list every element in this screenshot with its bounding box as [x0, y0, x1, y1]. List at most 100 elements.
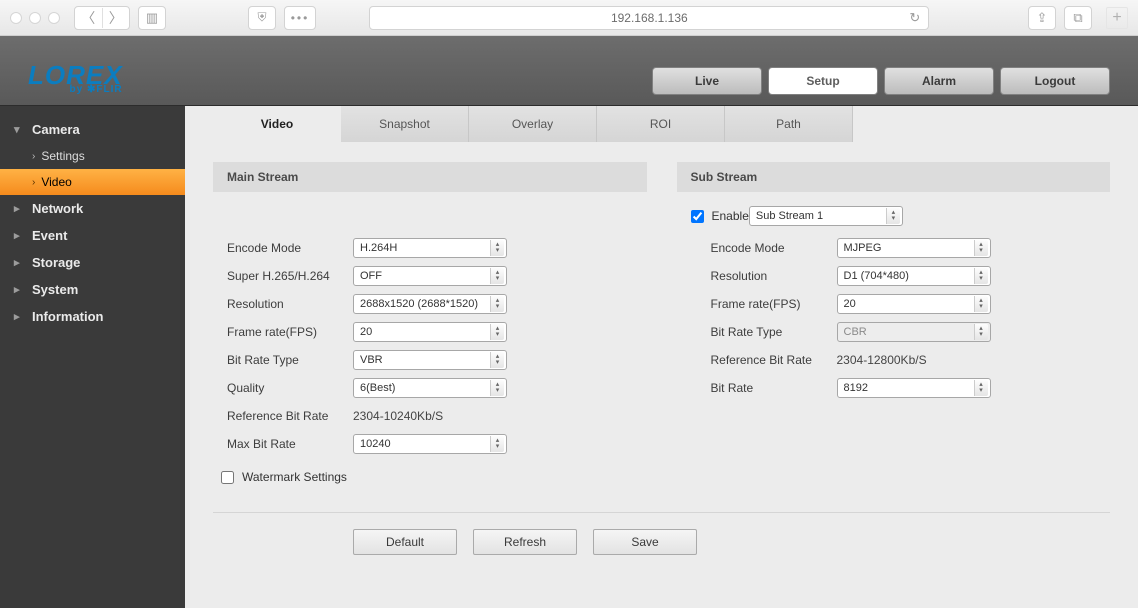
quality-value: 6(Best)	[360, 382, 395, 394]
tab-video[interactable]: Video	[213, 106, 341, 142]
window-controls[interactable]	[10, 12, 60, 24]
resolution-label: Resolution	[227, 297, 353, 311]
sidebar-item-system[interactable]: ▸ System	[0, 276, 185, 303]
default-button[interactable]: Default	[353, 529, 457, 555]
sub-res-select[interactable]: D1 (704*480) ▴▾	[837, 266, 991, 286]
brtype-value: VBR	[360, 354, 383, 366]
sidebar-label-storage: Storage	[32, 255, 80, 270]
minimize-window-icon[interactable]	[29, 12, 41, 24]
watermark-label: Watermark Settings	[242, 470, 347, 484]
reader-menu-icon[interactable]: •••	[284, 6, 316, 30]
sub-br-label: Bit Rate	[711, 381, 837, 395]
forward-icon[interactable]: 〉	[103, 8, 130, 28]
quality-select[interactable]: 6(Best) ▴▾	[353, 378, 507, 398]
stepper-icon: ▴▾	[490, 240, 504, 256]
brtype-select[interactable]: VBR ▴▾	[353, 350, 507, 370]
main-stream-title: Main Stream	[213, 162, 647, 192]
maxbr-select[interactable]: 10240 ▴▾	[353, 434, 507, 454]
chevron-right-icon: ▸	[14, 310, 24, 323]
new-tab-icon[interactable]: +	[1106, 7, 1128, 29]
fps-select[interactable]: 20 ▴▾	[353, 322, 507, 342]
chevron-right-icon: ▸	[14, 256, 24, 269]
share-icon[interactable]: ⇪	[1028, 6, 1056, 30]
brand-logo: LOREX by ✱FLIR	[28, 64, 123, 95]
brand-name: LOREX	[28, 64, 123, 86]
sidebar-label-event: Event	[32, 228, 67, 243]
sidebar-item-video[interactable]: › Video	[0, 169, 185, 195]
sidebar-item-storage[interactable]: ▸ Storage	[0, 249, 185, 276]
tab-overlay[interactable]: Overlay	[469, 106, 597, 142]
back-icon[interactable]: 〈	[75, 8, 103, 28]
refrate-value: 2304-10240Kb/S	[353, 409, 443, 423]
super-select[interactable]: OFF ▴▾	[353, 266, 507, 286]
divider	[213, 512, 1110, 513]
sub-ref-value: 2304-12800Kb/S	[837, 353, 927, 367]
encode-mode-value: H.264H	[360, 242, 397, 254]
reload-icon[interactable]: ↻	[909, 10, 920, 26]
stepper-icon: ▴▾	[974, 324, 988, 340]
stepper-icon: ▴▾	[490, 436, 504, 452]
encode-mode-select[interactable]: H.264H ▴▾	[353, 238, 507, 258]
chevron-down-icon: ▾	[14, 123, 24, 136]
tab-roi[interactable]: ROI	[597, 106, 725, 142]
tab-path[interactable]: Path	[725, 106, 853, 142]
sidebar-label-network: Network	[32, 201, 83, 216]
sidebar-toggle-icon[interactable]: ▥	[138, 6, 166, 30]
nav-logout[interactable]: Logout	[1000, 67, 1110, 95]
tabs-icon[interactable]: ⧉	[1064, 6, 1092, 30]
stepper-icon: ▴▾	[490, 268, 504, 284]
sidebar-item-camera[interactable]: ▾ Camera	[0, 116, 185, 143]
content-blocker-icon[interactable]: ⛨	[248, 6, 276, 30]
stepper-icon: ▴▾	[974, 240, 988, 256]
main-stream-panel: Main Stream Encode Mode H.264H ▴▾ Super …	[213, 162, 647, 484]
super-label: Super H.265/H.264	[227, 269, 353, 283]
app-root: LOREX by ✱FLIR Live Setup Alarm Logout ▾…	[0, 36, 1138, 608]
maxbr-value: 10240	[360, 438, 391, 450]
save-button[interactable]: Save	[593, 529, 697, 555]
stepper-icon: ▴▾	[490, 296, 504, 312]
sub-res-value: D1 (704*480)	[844, 270, 909, 282]
nav-setup[interactable]: Setup	[768, 67, 878, 95]
tab-snapshot[interactable]: Snapshot	[341, 106, 469, 142]
nav-live[interactable]: Live	[652, 67, 762, 95]
sub-encode-select[interactable]: MJPEG ▴▾	[837, 238, 991, 258]
sub-encode-label: Encode Mode	[711, 241, 837, 255]
sub-brtype-value: CBR	[844, 326, 867, 338]
resolution-select[interactable]: 2688x1520 (2688*1520) ▴▾	[353, 294, 507, 314]
chevron-right-icon: ▸	[14, 229, 24, 242]
fps-value: 20	[360, 326, 372, 338]
address-bar[interactable]: 192.168.1.136 ↻	[369, 6, 929, 30]
sub-fps-label: Frame rate(FPS)	[711, 297, 837, 311]
sidebar-label-settings: Settings	[41, 149, 84, 163]
chevron-right-icon: ›	[32, 177, 35, 188]
stepper-icon: ▴▾	[490, 352, 504, 368]
nav-back-forward[interactable]: 〈 〉	[74, 6, 130, 30]
sub-br-select[interactable]: 8192 ▴▾	[837, 378, 991, 398]
refresh-button[interactable]: Refresh	[473, 529, 577, 555]
close-window-icon[interactable]	[10, 12, 22, 24]
watermark-checkbox[interactable]	[221, 471, 234, 484]
fps-label: Frame rate(FPS)	[227, 325, 353, 339]
sub-stream-panel: Sub Stream Enable Sub Stream 1 ▴▾ Encode…	[677, 162, 1111, 484]
substream-select[interactable]: Sub Stream 1 ▴▾	[749, 206, 903, 226]
stepper-icon: ▴▾	[490, 324, 504, 340]
stepper-icon: ▴▾	[886, 208, 900, 224]
resolution-value: 2688x1520 (2688*1520)	[360, 298, 478, 310]
sidebar-item-network[interactable]: ▸ Network	[0, 195, 185, 222]
sub-stream-title: Sub Stream	[677, 162, 1111, 192]
sidebar-item-settings[interactable]: › Settings	[0, 143, 185, 169]
app-header: LOREX by ✱FLIR Live Setup Alarm Logout	[0, 36, 1138, 106]
super-value: OFF	[360, 270, 382, 282]
action-buttons: Default Refresh Save	[353, 529, 1110, 555]
sub-fps-select[interactable]: 20 ▴▾	[837, 294, 991, 314]
address-bar-text: 192.168.1.136	[611, 11, 688, 25]
brtype-label: Bit Rate Type	[227, 353, 353, 367]
sidebar-item-event[interactable]: ▸ Event	[0, 222, 185, 249]
zoom-window-icon[interactable]	[48, 12, 60, 24]
sidebar-item-information[interactable]: ▸ Information	[0, 303, 185, 330]
enable-substream-checkbox[interactable]	[691, 210, 704, 223]
substream-value: Sub Stream 1	[756, 210, 823, 222]
browser-toolbar: 〈 〉 ▥ ⛨ ••• 192.168.1.136 ↻ ⇪ ⧉ +	[0, 0, 1138, 36]
chevron-right-icon: ▸	[14, 202, 24, 215]
nav-alarm[interactable]: Alarm	[884, 67, 994, 95]
